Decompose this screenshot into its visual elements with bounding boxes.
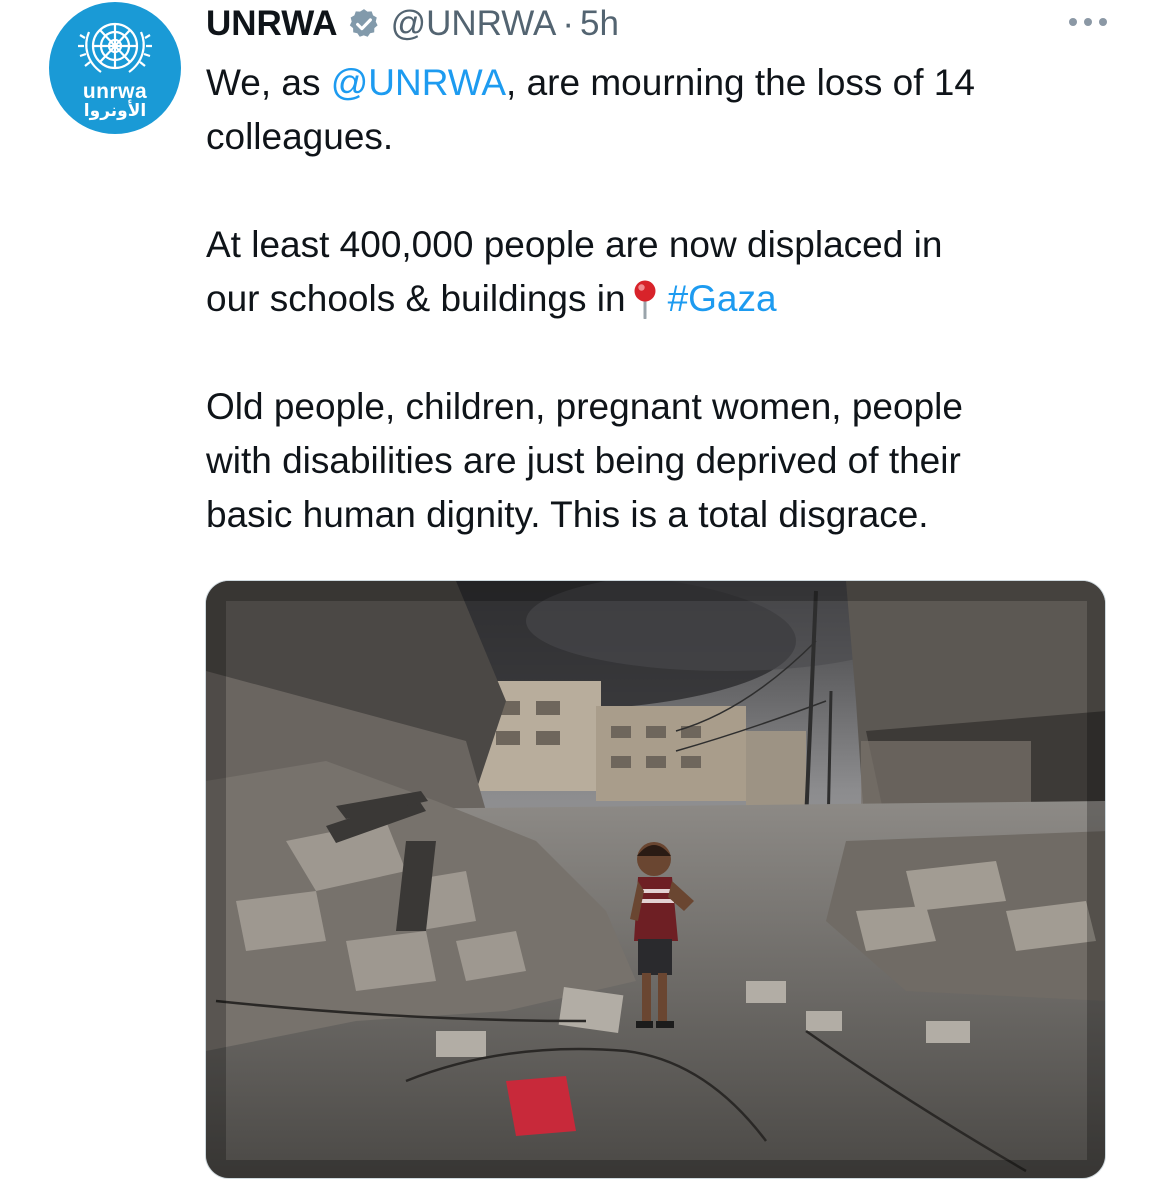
text-line: our schools & buildings in #Gaza bbox=[206, 272, 1126, 326]
more-dot bbox=[1069, 18, 1077, 26]
text-segment: , are mourning the loss of 14 bbox=[506, 62, 975, 103]
text-line: We, as @UNRWA, are mourning the loss of … bbox=[206, 56, 1126, 110]
more-horizontal-icon[interactable] bbox=[1069, 16, 1107, 28]
text-line: basic human dignity. This is a total dis… bbox=[206, 494, 929, 535]
text-segment: our schools & buildings in bbox=[206, 278, 626, 319]
text-line: At least 400,000 people are now displace… bbox=[206, 224, 943, 265]
text-segment: We, as bbox=[206, 62, 331, 103]
round-pushpin-icon bbox=[634, 280, 656, 319]
author-handle[interactable]: @UNRWA bbox=[391, 4, 557, 44]
tweet-header: UNRWA @UNRWA · 5h bbox=[206, 4, 619, 44]
rubble-street-photo bbox=[206, 581, 1105, 1178]
separator-dot: · bbox=[562, 4, 575, 43]
hashtag-link[interactable]: #Gaza bbox=[668, 278, 777, 319]
tweet-text: We, as @UNRWA, are mourning the loss of … bbox=[206, 56, 1126, 542]
tweet-timestamp[interactable]: 5h bbox=[580, 4, 619, 44]
avatar[interactable]: unrwa الأونروا bbox=[49, 2, 181, 134]
text-line: Old people, children, pregnant women, pe… bbox=[206, 386, 963, 427]
avatar-logo-ar: الأونروا bbox=[83, 101, 147, 121]
more-dot bbox=[1084, 18, 1092, 26]
verified-badge-icon bbox=[349, 9, 378, 37]
mention-link[interactable]: @UNRWA bbox=[331, 62, 506, 103]
text-line: with disabilities are just being deprive… bbox=[206, 440, 961, 481]
tweet-photo[interactable] bbox=[205, 580, 1106, 1179]
author-display-name[interactable]: UNRWA bbox=[206, 4, 338, 44]
text-line: colleagues. bbox=[206, 116, 394, 157]
more-dot bbox=[1099, 18, 1107, 26]
tweet[interactable]: unrwa الأونروا UNRWA @UNRWA · 5h We, as … bbox=[0, 0, 1161, 1200]
